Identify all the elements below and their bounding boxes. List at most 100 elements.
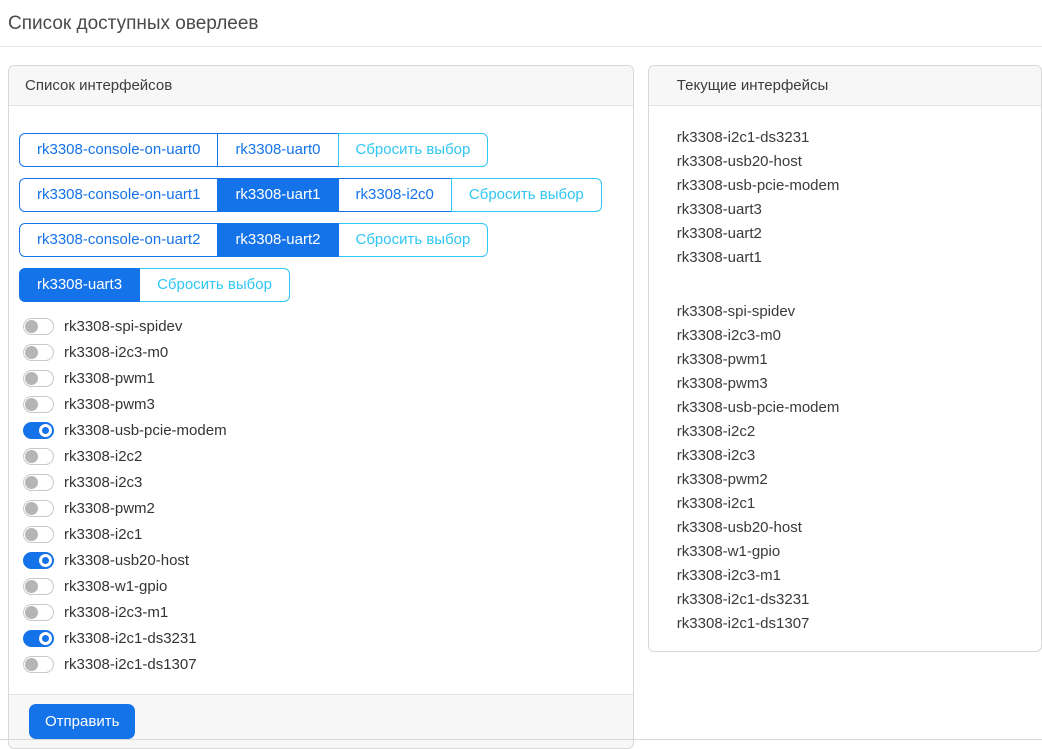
- interface-item: rk3308-pwm2: [677, 471, 768, 488]
- toggle-knob: [25, 398, 38, 411]
- toggle-label: rk3308-spi-spidev: [64, 318, 182, 335]
- toggle-row: rk3308-pwm2: [23, 495, 623, 521]
- toggle-switch-rk3308-i2c1-ds3231[interactable]: [23, 630, 54, 647]
- overlay-button-rk3308-uart3[interactable]: rk3308-uart3: [19, 268, 140, 302]
- overlay-button-group: rk3308-console-on-uart1rk3308-uart1rk330…: [19, 178, 602, 212]
- interface-item: rk3308-usb20-host: [677, 519, 802, 536]
- overlay-button-rk3308-uart0[interactable]: rk3308-uart0: [217, 133, 338, 167]
- toggle-knob: [25, 658, 38, 671]
- interface-item: rk3308-i2c1-ds3231: [677, 591, 810, 608]
- toggle-row: rk3308-usb20-host: [23, 547, 623, 573]
- toggle-switch-rk3308-pwm1[interactable]: [23, 370, 54, 387]
- toggle-label: rk3308-i2c3-m1: [64, 604, 168, 621]
- interface-item: rk3308-i2c3-m1: [677, 567, 781, 584]
- reset-selection-button[interactable]: Сбросить выбор: [338, 223, 489, 257]
- toggle-label: rk3308-pwm1: [64, 370, 155, 387]
- interface-group: rk3308-spi-spidevrk3308-i2c3-m0rk3308-pw…: [677, 300, 1013, 636]
- interface-item: rk3308-i2c2: [677, 423, 755, 440]
- interface-item: rk3308-uart3: [677, 201, 762, 218]
- toggle-label: rk3308-pwm2: [64, 500, 155, 517]
- toggle-label: rk3308-i2c2: [64, 448, 142, 465]
- interface-item: rk3308-i2c1-ds3231: [677, 129, 810, 146]
- toggle-knob: [39, 632, 52, 645]
- interface-item: rk3308-uart2: [677, 225, 762, 242]
- interface-list-card: Список интерфейсов rk3308-console-on-uar…: [8, 65, 634, 749]
- toggle-knob: [25, 606, 38, 619]
- toggle-knob: [25, 372, 38, 385]
- toggle-switch-rk3308-usb20-host[interactable]: [23, 552, 54, 569]
- reset-selection-button[interactable]: Сбросить выбор: [338, 133, 489, 167]
- toggle-label: rk3308-w1-gpio: [64, 578, 167, 595]
- toggle-knob: [25, 450, 38, 463]
- next-card-top-edge: [0, 739, 1042, 740]
- toggle-row: rk3308-spi-spidev: [23, 313, 623, 339]
- toggle-switch-rk3308-i2c2[interactable]: [23, 448, 54, 465]
- interface-item: rk3308-spi-spidev: [677, 303, 795, 320]
- toggle-label: rk3308-i2c3: [64, 474, 142, 491]
- interface-item: rk3308-usb20-host: [677, 153, 802, 170]
- toggle-switch-rk3308-pwm2[interactable]: [23, 500, 54, 517]
- toggle-row: rk3308-pwm1: [23, 365, 623, 391]
- overlay-button-rk3308-console-on-uart2[interactable]: rk3308-console-on-uart2: [19, 223, 218, 257]
- toggle-row: rk3308-pwm3: [23, 391, 623, 417]
- toggle-row: rk3308-i2c1: [23, 521, 623, 547]
- toggle-switch-rk3308-i2c3-m0[interactable]: [23, 344, 54, 361]
- reset-selection-button[interactable]: Сбросить выбор: [139, 268, 290, 302]
- overlay-button-rk3308-uart1[interactable]: rk3308-uart1: [217, 178, 338, 212]
- overlay-button-rk3308-i2c0[interactable]: rk3308-i2c0: [338, 178, 452, 212]
- interface-list-card-header: Список интерфейсов: [9, 66, 633, 106]
- overlay-button-rk3308-console-on-uart0[interactable]: rk3308-console-on-uart0: [19, 133, 218, 167]
- interface-item: rk3308-uart1: [677, 249, 762, 266]
- overlay-button-group: rk3308-console-on-uart0rk3308-uart0Сброс…: [19, 133, 488, 167]
- overlay-button-rk3308-uart2[interactable]: rk3308-uart2: [217, 223, 338, 257]
- toggle-knob: [25, 528, 38, 541]
- interface-list-card-body: rk3308-console-on-uart0rk3308-uart0Сброс…: [9, 106, 633, 694]
- interface-group: rk3308-i2c1-ds3231 rk3308-usb20-host rk330…: [677, 126, 1013, 270]
- interface-item: rk3308-usb-pcie-modem: [677, 177, 840, 194]
- overlay-button-rk3308-console-on-uart1[interactable]: rk3308-console-on-uart1: [19, 178, 218, 212]
- toggle-knob: [39, 424, 52, 437]
- toggle-switch-rk3308-i2c3-m1[interactable]: [23, 604, 54, 621]
- toggle-knob: [25, 346, 38, 359]
- current-interfaces-card-header: Текущие интерфейсы: [649, 66, 1041, 106]
- toggle-switch-rk3308-i2c3[interactable]: [23, 474, 54, 491]
- toggle-row: rk3308-i2c3-m1: [23, 599, 623, 625]
- reset-selection-button[interactable]: Сбросить выбор: [451, 178, 602, 212]
- toggle-row: rk3308-i2c1-ds1307: [23, 651, 623, 677]
- toggle-knob: [39, 554, 52, 567]
- toggle-switch-rk3308-pwm3[interactable]: [23, 396, 54, 413]
- toggle-label: rk3308-i2c1-ds1307: [64, 656, 197, 673]
- toggle-row: rk3308-usb-pcie-modem: [23, 417, 623, 443]
- overlay-toggle-list: rk3308-spi-spidev rk3308-i2c3-m0 rk3308-pw…: [19, 313, 623, 677]
- toggle-switch-rk3308-spi-spidev[interactable]: [23, 318, 54, 335]
- interface-item: rk3308-w1-gpio: [677, 543, 780, 560]
- toggle-knob: [25, 502, 38, 515]
- toggle-knob: [25, 580, 38, 593]
- toggle-switch-rk3308-usb-pcie-modem[interactable]: [23, 422, 54, 439]
- overlay-button-group: rk3308-uart3Сбросить выбор: [19, 268, 290, 302]
- toggle-switch-rk3308-i2c1[interactable]: [23, 526, 54, 543]
- interface-item: rk3308-i2c1: [677, 495, 755, 512]
- overlay-button-rows: rk3308-console-on-uart0rk3308-uart0Сброс…: [19, 133, 623, 302]
- toggle-row: rk3308-w1-gpio: [23, 573, 623, 599]
- toggle-switch-rk3308-i2c1-ds1307[interactable]: [23, 656, 54, 673]
- interface-item: rk3308-i2c3: [677, 447, 755, 464]
- page-title: Список доступных оверлеев: [0, 0, 1042, 46]
- current-interfaces-list: rk3308-i2c1-ds3231 rk3308-usb20-host rk330…: [649, 106, 1041, 651]
- toggle-label: rk3308-usb20-host: [64, 552, 189, 569]
- toggle-label: rk3308-i2c1-ds3231: [64, 630, 197, 647]
- toggle-label: rk3308-i2c1: [64, 526, 142, 543]
- interface-item: rk3308-pwm1: [677, 351, 768, 368]
- interface-item: rk3308-i2c1-ds1307: [677, 615, 810, 632]
- interface-item: rk3308-usb-pcie-modem: [677, 399, 840, 416]
- toggle-row: rk3308-i2c1-ds3231: [23, 625, 623, 651]
- toggle-knob: [25, 320, 38, 333]
- current-interfaces-card: Текущие интерфейсы rk3308-i2c1-ds3231rk3…: [648, 65, 1042, 652]
- toggle-row: rk3308-i2c3-m0: [23, 339, 623, 365]
- toggle-switch-rk3308-w1-gpio[interactable]: [23, 578, 54, 595]
- toggle-knob: [25, 476, 38, 489]
- toggle-label: rk3308-usb-pcie-modem: [64, 422, 227, 439]
- toggle-label: rk3308-i2c3-m0: [64, 344, 168, 361]
- interface-item: rk3308-pwm3: [677, 375, 768, 392]
- submit-button[interactable]: Отправить: [29, 704, 135, 739]
